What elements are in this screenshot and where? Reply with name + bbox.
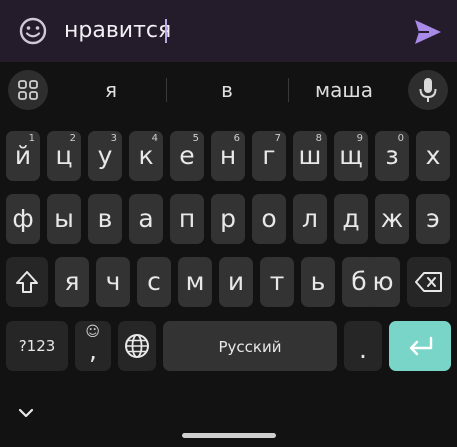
microphone-icon[interactable] — [408, 70, 448, 110]
letter-key[interactable]: и — [219, 257, 253, 307]
send-icon[interactable] — [414, 19, 442, 45]
letter-key[interactable]: т — [260, 257, 294, 307]
letter-key[interactable]: с — [137, 257, 171, 307]
letter-key[interactable]: ю — [366, 257, 400, 307]
compose-bar: нравится — [0, 0, 457, 62]
suggestion-word[interactable]: я — [58, 72, 164, 108]
letter-key[interactable]: 9щ — [334, 131, 368, 181]
letter-key[interactable]: а — [129, 194, 163, 244]
letter-key[interactable]: д — [334, 194, 368, 244]
message-input[interactable]: нравится — [64, 17, 171, 45]
shift-icon — [15, 269, 39, 295]
letter-key[interactable]: 3у — [88, 131, 122, 181]
letter-key[interactable]: 7г — [252, 131, 286, 181]
letter-key[interactable]: ы — [47, 194, 81, 244]
suggestion-divider — [166, 78, 167, 102]
shift-key[interactable] — [6, 257, 48, 307]
enter-icon — [408, 335, 434, 357]
letter-key[interactable]: ф — [6, 194, 40, 244]
letter-key[interactable]: о — [252, 194, 286, 244]
letter-key[interactable]: 4к — [129, 131, 163, 181]
keyboard — [0, 62, 457, 447]
letter-key[interactable]: ч — [96, 257, 130, 307]
letter-key[interactable]: 6н — [211, 131, 245, 181]
letter-key[interactable]: в — [88, 194, 122, 244]
letter-key[interactable]: ж — [375, 194, 409, 244]
letter-key[interactable]: 1й — [6, 131, 40, 181]
period-key[interactable]: . — [344, 321, 382, 371]
letter-key[interactable]: р — [211, 194, 245, 244]
backspace-key[interactable] — [407, 257, 451, 307]
letter-key[interactable]: 5е — [170, 131, 204, 181]
grid-icon[interactable] — [8, 70, 48, 110]
suggestion-strip: я в маша — [0, 62, 457, 118]
smiley-icon[interactable] — [18, 16, 48, 46]
suggestion-word[interactable]: в — [168, 72, 286, 108]
letter-key[interactable]: 2ц — [47, 131, 81, 181]
letter-key[interactable]: м — [178, 257, 212, 307]
enter-key[interactable] — [389, 321, 451, 371]
letter-key[interactable]: ь — [301, 257, 335, 307]
text-cursor — [165, 19, 167, 43]
suggestion-word[interactable]: маша — [290, 72, 398, 108]
letter-key[interactable]: э — [416, 194, 450, 244]
language-key[interactable] — [118, 321, 156, 371]
letter-key[interactable]: 0з — [375, 131, 409, 181]
chevron-down-icon[interactable] — [16, 406, 36, 422]
backspace-icon — [415, 271, 443, 293]
symbols-key[interactable]: ?123 — [6, 321, 68, 371]
globe-icon — [124, 333, 150, 359]
letter-key[interactable]: п — [170, 194, 204, 244]
letter-key[interactable]: 8ш — [293, 131, 327, 181]
letter-key[interactable]: х — [416, 131, 450, 181]
letter-key[interactable]: л — [293, 194, 327, 244]
comma-key[interactable]: ☺ , — [75, 321, 111, 371]
home-gesture-bar[interactable] — [182, 433, 276, 438]
suggestion-divider — [288, 78, 289, 102]
letter-key[interactable]: я — [55, 257, 89, 307]
space-key[interactable]: Русский — [163, 321, 337, 371]
